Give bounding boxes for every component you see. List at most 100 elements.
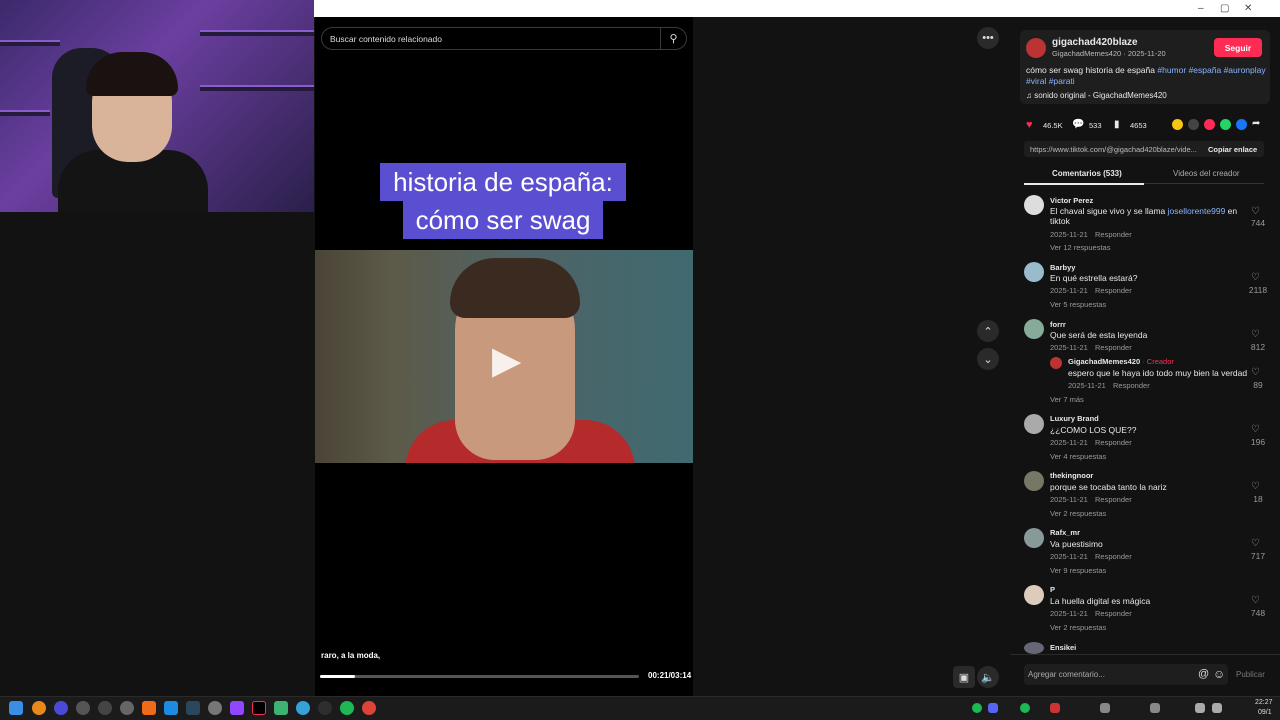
volume-icon[interactable]: 🔈 bbox=[977, 666, 999, 688]
speaker-icon[interactable] bbox=[1212, 703, 1222, 713]
tray-icon[interactable] bbox=[1100, 703, 1110, 713]
chevron-up-icon[interactable]: ⌃ bbox=[977, 320, 999, 342]
comment-author[interactable]: Luxury Brand bbox=[1050, 414, 1099, 423]
like-icon[interactable]: ♡ bbox=[1251, 481, 1260, 492]
hashtag[interactable]: #parati bbox=[1049, 76, 1075, 86]
avatar[interactable] bbox=[1024, 528, 1044, 548]
avatar[interactable] bbox=[1024, 262, 1044, 282]
comment-author[interactable]: Barbyy bbox=[1050, 263, 1075, 272]
follow-button[interactable]: Seguir bbox=[1214, 38, 1262, 57]
like-icon[interactable]: ♡ bbox=[1251, 538, 1260, 549]
view-replies-button[interactable]: Ver 4 respuestas bbox=[1050, 452, 1106, 461]
pip-icon[interactable]: ▣ bbox=[953, 666, 975, 688]
hashtag[interactable]: #auronplay bbox=[1224, 65, 1266, 75]
like-icon[interactable]: ♡ bbox=[1251, 272, 1260, 283]
steam-icon[interactable] bbox=[186, 701, 200, 715]
tray-icon[interactable] bbox=[1050, 703, 1060, 713]
view-replies-button[interactable]: Ver 12 respuestas bbox=[1050, 243, 1110, 252]
comment-author[interactable]: thekingnoor bbox=[1050, 471, 1093, 480]
reply-button[interactable]: Responder bbox=[1095, 609, 1132, 618]
network-icon[interactable] bbox=[1195, 703, 1205, 713]
more-options-icon[interactable]: ••• bbox=[977, 27, 999, 49]
view-more-button[interactable]: Ver 7 más bbox=[1050, 395, 1084, 404]
whatsapp-icon[interactable] bbox=[1220, 119, 1231, 130]
app-icon[interactable] bbox=[274, 701, 288, 715]
app-icon[interactable] bbox=[98, 701, 112, 715]
app-icon[interactable] bbox=[120, 701, 134, 715]
mention-icon[interactable]: @ bbox=[1198, 668, 1209, 680]
reply-button[interactable]: Responder bbox=[1113, 381, 1150, 390]
post-button[interactable]: Publicar bbox=[1236, 670, 1265, 679]
view-replies-button[interactable]: Ver 9 respuestas bbox=[1050, 566, 1106, 575]
hashtag[interactable]: #humor bbox=[1157, 65, 1186, 75]
reply-button[interactable]: Responder bbox=[1095, 286, 1132, 295]
send-icon[interactable] bbox=[1204, 119, 1215, 130]
repost-icon[interactable] bbox=[1172, 119, 1183, 130]
app-icon[interactable] bbox=[76, 701, 90, 715]
search-input[interactable]: Buscar contenido relacionado bbox=[322, 34, 660, 44]
tab-creator-videos[interactable]: Videos del creador bbox=[1173, 169, 1240, 178]
tray-icon[interactable] bbox=[972, 703, 982, 713]
emoji-icon[interactable]: ☺ bbox=[1213, 667, 1225, 681]
spotify-icon[interactable] bbox=[340, 701, 354, 715]
app-icon[interactable] bbox=[54, 701, 68, 715]
share-icon[interactable]: ➦ bbox=[1252, 118, 1260, 129]
reply-button[interactable]: Responder bbox=[1095, 343, 1132, 352]
author-avatar[interactable] bbox=[1026, 38, 1046, 58]
tray-icon[interactable] bbox=[988, 703, 998, 713]
comment-author[interactable]: Victor Perez bbox=[1050, 196, 1093, 205]
view-replies-button[interactable]: Ver 2 respuestas bbox=[1050, 509, 1106, 518]
chevron-down-icon[interactable]: ⌄ bbox=[977, 348, 999, 370]
hashtag[interactable]: #viral bbox=[1026, 76, 1046, 86]
hashtag[interactable]: #españa bbox=[1189, 65, 1222, 75]
avatar[interactable] bbox=[1024, 642, 1044, 654]
like-icon[interactable]: ♡ bbox=[1251, 595, 1260, 606]
reply-author[interactable]: GigachadMemes420 · Creador bbox=[1068, 357, 1174, 366]
tray-icon[interactable] bbox=[1150, 703, 1160, 713]
embed-icon[interactable] bbox=[1188, 119, 1199, 130]
reply-button[interactable]: Responder bbox=[1095, 230, 1132, 239]
avatar[interactable] bbox=[1024, 414, 1044, 434]
app-icon[interactable] bbox=[142, 701, 156, 715]
clock-time[interactable]: 22:27 bbox=[1255, 699, 1273, 706]
like-icon[interactable]: ♡ bbox=[1251, 424, 1260, 435]
play-icon[interactable]: ▶ bbox=[492, 338, 521, 383]
comment-author[interactable]: Rafx_mr bbox=[1050, 528, 1080, 537]
search-icon[interactable] bbox=[32, 701, 46, 715]
mention-link[interactable]: josellorente999 bbox=[1168, 206, 1226, 216]
reply-button[interactable]: Responder bbox=[1095, 438, 1132, 447]
clock-date[interactable]: 09/1 bbox=[1258, 709, 1272, 716]
reply-button[interactable]: Responder bbox=[1095, 495, 1132, 504]
maximize-button[interactable]: ▢ bbox=[1220, 3, 1229, 14]
comment-icon[interactable]: 💬 bbox=[1072, 119, 1084, 130]
like-icon[interactable]: ♡ bbox=[1251, 329, 1260, 340]
start-icon[interactable] bbox=[9, 701, 23, 715]
comment-author[interactable]: forrr bbox=[1050, 320, 1066, 329]
related-search-bar[interactable]: Buscar contenido relacionado ⚲ bbox=[321, 27, 687, 50]
view-replies-button[interactable]: Ver 2 respuestas bbox=[1050, 623, 1106, 632]
tiktok-icon[interactable] bbox=[252, 701, 266, 715]
avatar[interactable] bbox=[1024, 319, 1044, 339]
reply-button[interactable]: Responder bbox=[1095, 552, 1132, 561]
copy-link-button[interactable]: Copiar enlace bbox=[1208, 145, 1257, 154]
twitch-icon[interactable] bbox=[230, 701, 244, 715]
minimize-button[interactable]: – bbox=[1198, 3, 1204, 14]
tab-comments[interactable]: Comentarios (533) bbox=[1052, 169, 1122, 178]
like-icon[interactable]: ♡ bbox=[1251, 367, 1260, 378]
bookmark-icon[interactable]: ▮ bbox=[1114, 119, 1120, 130]
view-replies-button[interactable]: Ver 5 respuestas bbox=[1050, 300, 1106, 309]
search-icon[interactable]: ⚲ bbox=[660, 28, 686, 49]
avatar[interactable] bbox=[1024, 195, 1044, 215]
sound-info[interactable]: ♫ sonido original - GigachadMemes420 bbox=[1026, 91, 1167, 100]
avatar[interactable] bbox=[1024, 471, 1044, 491]
comment-author[interactable]: Ensikei bbox=[1050, 643, 1076, 652]
like-icon[interactable]: ♡ bbox=[1251, 206, 1260, 217]
app-icon[interactable] bbox=[208, 701, 222, 715]
app-icon[interactable] bbox=[164, 701, 178, 715]
facebook-icon[interactable] bbox=[1236, 119, 1247, 130]
avatar[interactable] bbox=[1024, 585, 1044, 605]
comment-author[interactable]: P bbox=[1050, 585, 1055, 594]
avatar[interactable] bbox=[1050, 357, 1062, 369]
author-username[interactable]: gigachad420blaze bbox=[1052, 37, 1138, 48]
chrome-icon[interactable] bbox=[362, 701, 376, 715]
